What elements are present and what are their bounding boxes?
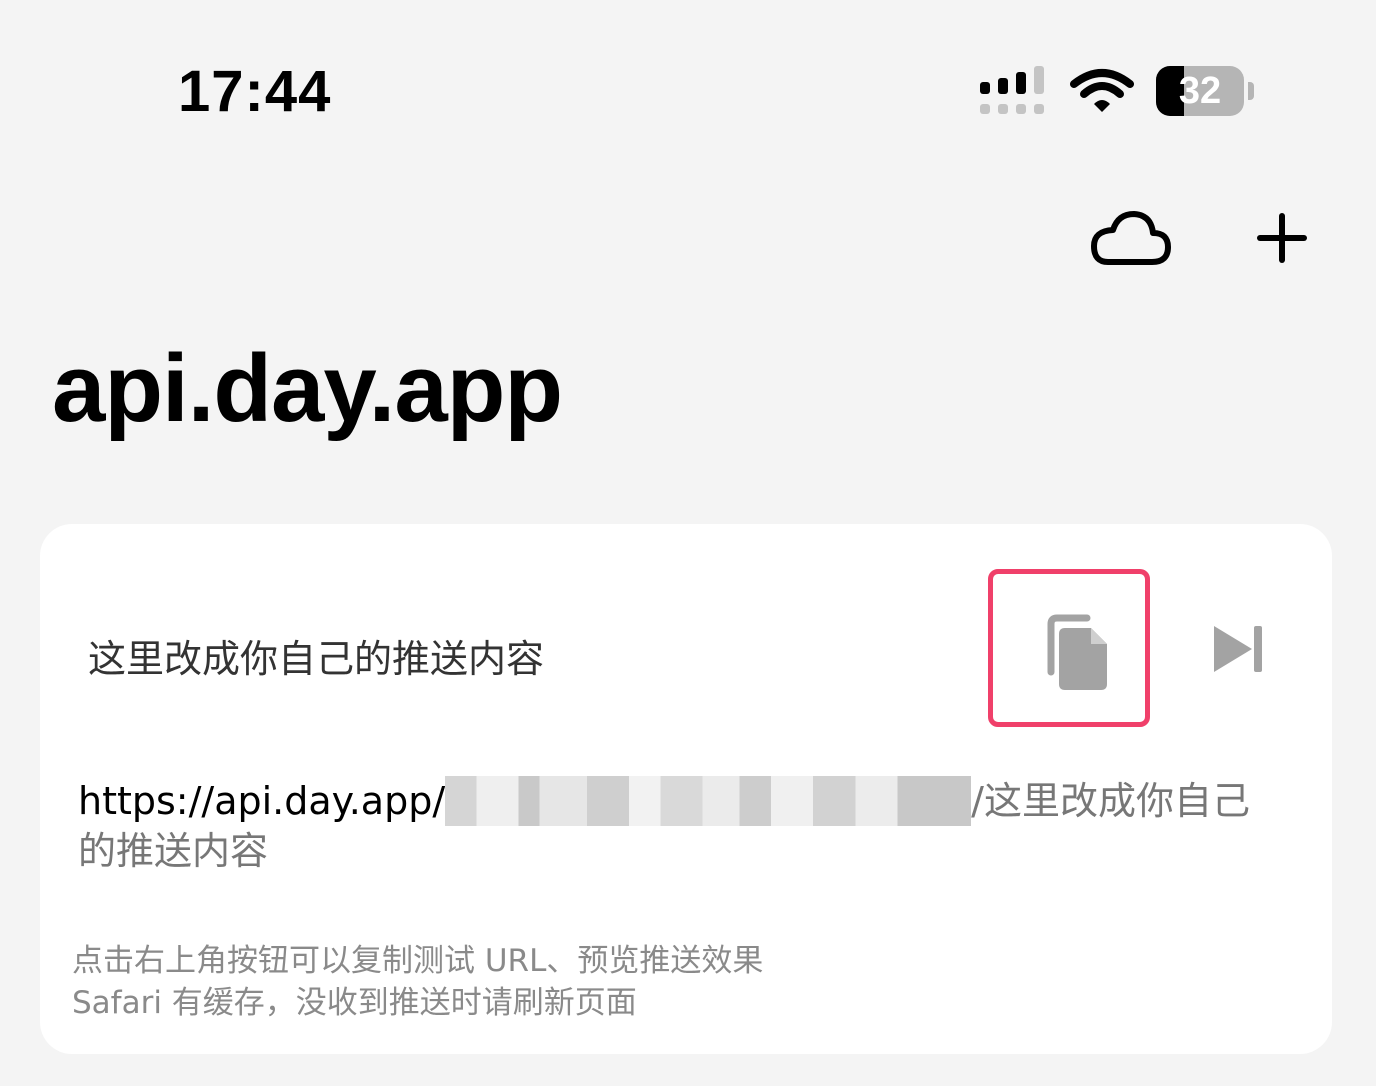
status-bar: 17:44 32 — [0, 0, 1376, 150]
push-message: 这里改成你自己的推送内容 — [88, 637, 545, 681]
push-url[interactable]: https://api.day.app//这里改成你自己的推送内容 — [78, 776, 1278, 876]
battery-indicator: 32 — [1156, 66, 1256, 116]
redacted-device-key — [445, 776, 972, 826]
page-title: api.day.app — [52, 335, 563, 442]
cloud-icon[interactable] — [1088, 206, 1172, 270]
plus-icon[interactable] — [1252, 206, 1312, 270]
copy-icon — [1047, 614, 1107, 690]
url-prefix: https://api.day.app/ — [78, 779, 446, 823]
battery-percent: 32 — [1178, 70, 1222, 112]
cellular-signal-icon — [980, 66, 1044, 114]
hint-line-2: Safari 有缓存，没收到推送时请刷新页面 — [72, 985, 637, 1021]
skip-forward-icon[interactable] — [1208, 616, 1272, 682]
battery-body: 32 — [1156, 66, 1244, 116]
status-time: 17:44 — [178, 59, 332, 124]
wifi-icon — [1070, 69, 1134, 112]
hint-line-1: 点击右上角按钮可以复制测试 URL、预览推送效果 — [72, 943, 764, 979]
copy-button[interactable] — [988, 569, 1150, 727]
battery-cap — [1248, 82, 1254, 100]
hint-text: 点击右上角按钮可以复制测试 URL、预览推送效果 Safari 有缓存，没收到推… — [72, 940, 763, 1024]
push-card: 这里改成你自己的推送内容 https://api.day.app//这里改成你自… — [40, 524, 1332, 1054]
